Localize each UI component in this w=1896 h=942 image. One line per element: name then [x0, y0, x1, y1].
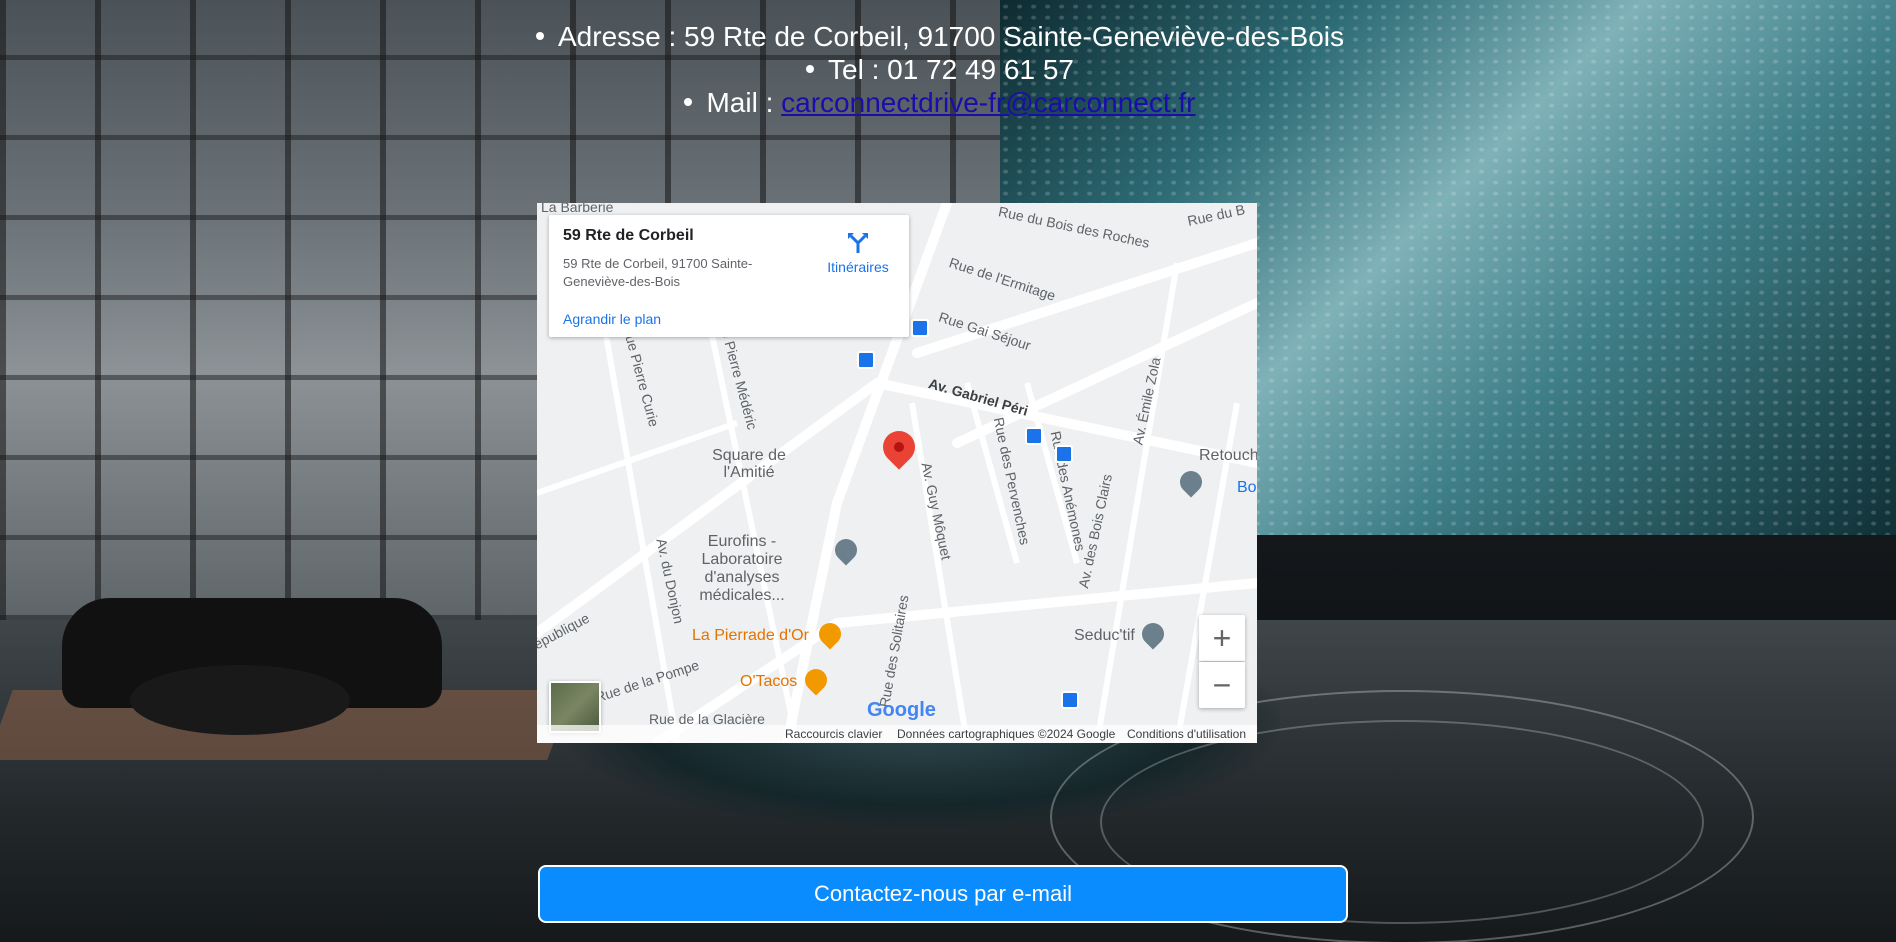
zoom-in-button[interactable]: + — [1199, 615, 1245, 661]
map-footer: Raccourcis clavier Données cartographiqu… — [537, 725, 1257, 743]
place-info-card: 59 Rte de Corbeil 59 Rte de Corbeil, 917… — [549, 215, 909, 337]
zoom-out-button[interactable]: − — [1199, 662, 1245, 708]
place-address: 59 Rte de Corbeil, 91700 Sainte-Genevièv… — [563, 256, 753, 289]
bus-stop-icon[interactable] — [1061, 691, 1079, 709]
bus-stop-icon[interactable] — [911, 319, 929, 337]
bus-stop-icon[interactable] — [857, 351, 875, 369]
keyboard-shortcuts-link[interactable]: Raccourcis clavier — [785, 727, 882, 741]
terms-link[interactable]: Conditions d'utilisation — [1127, 727, 1246, 741]
contact-info-list: Adresse : 59 Rte de Corbeil, 91700 Saint… — [0, 20, 1880, 119]
directions-label: Itinéraires — [827, 259, 889, 275]
directions-button[interactable]: Itinéraires — [817, 231, 899, 275]
poi-label: Seduc'tif — [1074, 627, 1135, 644]
embedded-map[interactable]: La Barberie Rue du Bois des Roches Rue d… — [537, 203, 1257, 743]
poi-label: Eurofins - Laboratoire d'analyses médica… — [699, 533, 785, 604]
poi-label: Square de l'Amitié — [712, 447, 786, 481]
directions-icon — [848, 233, 868, 253]
street-label: La Barberie — [541, 203, 614, 215]
bullet-icon — [806, 64, 814, 73]
bus-stop-icon[interactable] — [1055, 445, 1073, 463]
address-item: Adresse : 59 Rte de Corbeil, 91700 Saint… — [0, 20, 1880, 53]
place-title: 59 Rte de Corbeil — [563, 227, 694, 244]
google-logo: Google — [867, 699, 936, 721]
enlarge-map-link[interactable]: Agrandir le plan — [563, 311, 661, 327]
mail-item: Mail : carconnectdrive-fr@carconnect.fr — [0, 86, 1880, 119]
poi-label: Retoucherie — [1199, 447, 1257, 464]
map-data-text: Données cartographiques ©2024 Google — [897, 727, 1116, 741]
phone-item: Tel : 01 72 49 61 57 — [0, 53, 1880, 86]
bullet-icon — [536, 31, 544, 40]
contact-email-button[interactable]: Contactez-nous par e-mail — [538, 865, 1348, 923]
bullet-icon — [684, 97, 693, 106]
mail-link[interactable]: carconnectdrive-fr@carconnect.fr — [781, 87, 1195, 118]
poi-label: Bo — [1237, 479, 1257, 496]
bus-stop-icon[interactable] — [1025, 427, 1043, 445]
poi-label: O'Tacos — [740, 673, 798, 690]
poi-label: La Pierrade d'Or — [692, 627, 809, 644]
